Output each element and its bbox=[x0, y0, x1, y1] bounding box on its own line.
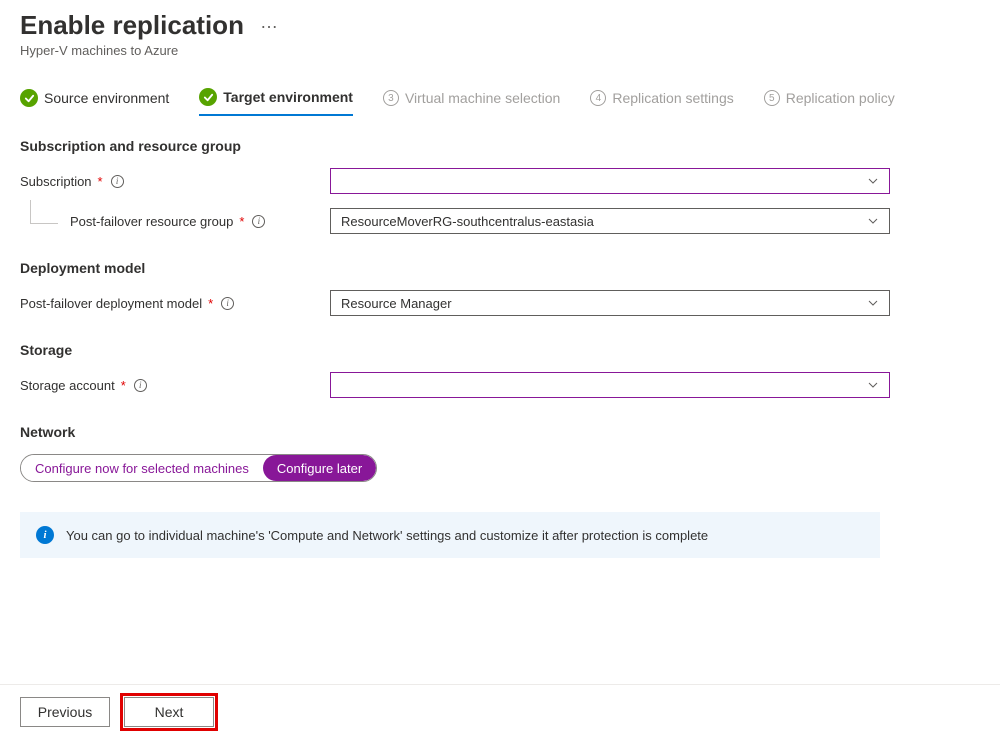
tree-line bbox=[30, 200, 58, 224]
info-icon: i bbox=[36, 526, 54, 544]
section-title: Subscription and resource group bbox=[20, 138, 980, 154]
info-message-box: i You can go to individual machine's 'Co… bbox=[20, 512, 880, 558]
deployment-model-label: Post-failover deployment model * i bbox=[20, 296, 330, 311]
network-config-toggle: Configure now for selected machines Conf… bbox=[20, 454, 377, 482]
chevron-down-icon bbox=[867, 215, 879, 227]
info-message-text: You can go to individual machine's 'Comp… bbox=[66, 528, 708, 543]
info-icon[interactable]: i bbox=[252, 215, 265, 228]
info-icon[interactable]: i bbox=[221, 297, 234, 310]
section-subscription: Subscription and resource group Subscrip… bbox=[20, 138, 980, 234]
info-icon[interactable]: i bbox=[134, 379, 147, 392]
check-icon bbox=[20, 89, 38, 107]
chevron-down-icon bbox=[867, 297, 879, 309]
step-label: Replication settings bbox=[612, 90, 733, 106]
chevron-down-icon bbox=[867, 175, 879, 187]
info-icon[interactable]: i bbox=[111, 175, 124, 188]
info-glyph: i bbox=[43, 529, 46, 541]
configure-now-option[interactable]: Configure now for selected machines bbox=[21, 455, 263, 481]
section-storage: Storage Storage account * i bbox=[20, 342, 980, 398]
label-text: Storage account bbox=[20, 378, 115, 393]
section-title: Storage bbox=[20, 342, 980, 358]
more-actions-icon[interactable]: … bbox=[260, 12, 279, 39]
section-title: Deployment model bbox=[20, 260, 980, 276]
page-subtitle: Hyper-V machines to Azure bbox=[20, 43, 980, 58]
storage-account-label: Storage account * i bbox=[20, 378, 330, 393]
step-target-environment[interactable]: Target environment bbox=[199, 88, 353, 116]
step-replication-policy[interactable]: 5 Replication policy bbox=[764, 88, 895, 116]
previous-button[interactable]: Previous bbox=[20, 697, 110, 727]
label-text: Subscription bbox=[20, 174, 92, 189]
wizard-footer: Previous Next bbox=[0, 684, 1000, 739]
page-title: Enable replication bbox=[20, 10, 244, 41]
check-icon bbox=[199, 88, 217, 106]
label-text: Post-failover resource group bbox=[70, 214, 233, 229]
step-number-icon: 4 bbox=[590, 90, 606, 106]
step-label: Target environment bbox=[223, 89, 353, 105]
step-vm-selection[interactable]: 3 Virtual machine selection bbox=[383, 88, 560, 116]
step-number-icon: 5 bbox=[764, 90, 780, 106]
wizard-steps: Source environment Target environment 3 … bbox=[20, 88, 980, 116]
step-source-environment[interactable]: Source environment bbox=[20, 88, 169, 116]
required-marker: * bbox=[98, 174, 103, 189]
resource-group-dropdown[interactable]: ResourceMoverRG-southcentralus-eastasia bbox=[330, 208, 890, 234]
section-deployment: Deployment model Post-failover deploymen… bbox=[20, 260, 980, 316]
step-label: Virtual machine selection bbox=[405, 90, 560, 106]
step-label: Source environment bbox=[44, 90, 169, 106]
dropdown-value: ResourceMoverRG-southcentralus-eastasia bbox=[341, 214, 594, 229]
required-marker: * bbox=[121, 378, 126, 393]
section-title: Network bbox=[20, 424, 980, 440]
deployment-model-dropdown[interactable]: Resource Manager bbox=[330, 290, 890, 316]
label-text: Post-failover deployment model bbox=[20, 296, 202, 311]
configure-later-option[interactable]: Configure later bbox=[263, 455, 376, 481]
next-button[interactable]: Next bbox=[124, 697, 214, 727]
subscription-dropdown[interactable] bbox=[330, 168, 890, 194]
resource-group-label: Post-failover resource group * i bbox=[20, 214, 330, 229]
step-label: Replication policy bbox=[786, 90, 895, 106]
storage-account-dropdown[interactable] bbox=[330, 372, 890, 398]
required-marker: * bbox=[208, 296, 213, 311]
required-marker: * bbox=[239, 214, 244, 229]
step-replication-settings[interactable]: 4 Replication settings bbox=[590, 88, 733, 116]
chevron-down-icon bbox=[867, 379, 879, 391]
section-network: Network Configure now for selected machi… bbox=[20, 424, 980, 482]
step-number-icon: 3 bbox=[383, 90, 399, 106]
dropdown-value: Resource Manager bbox=[341, 296, 452, 311]
subscription-label: Subscription * i bbox=[20, 174, 330, 189]
